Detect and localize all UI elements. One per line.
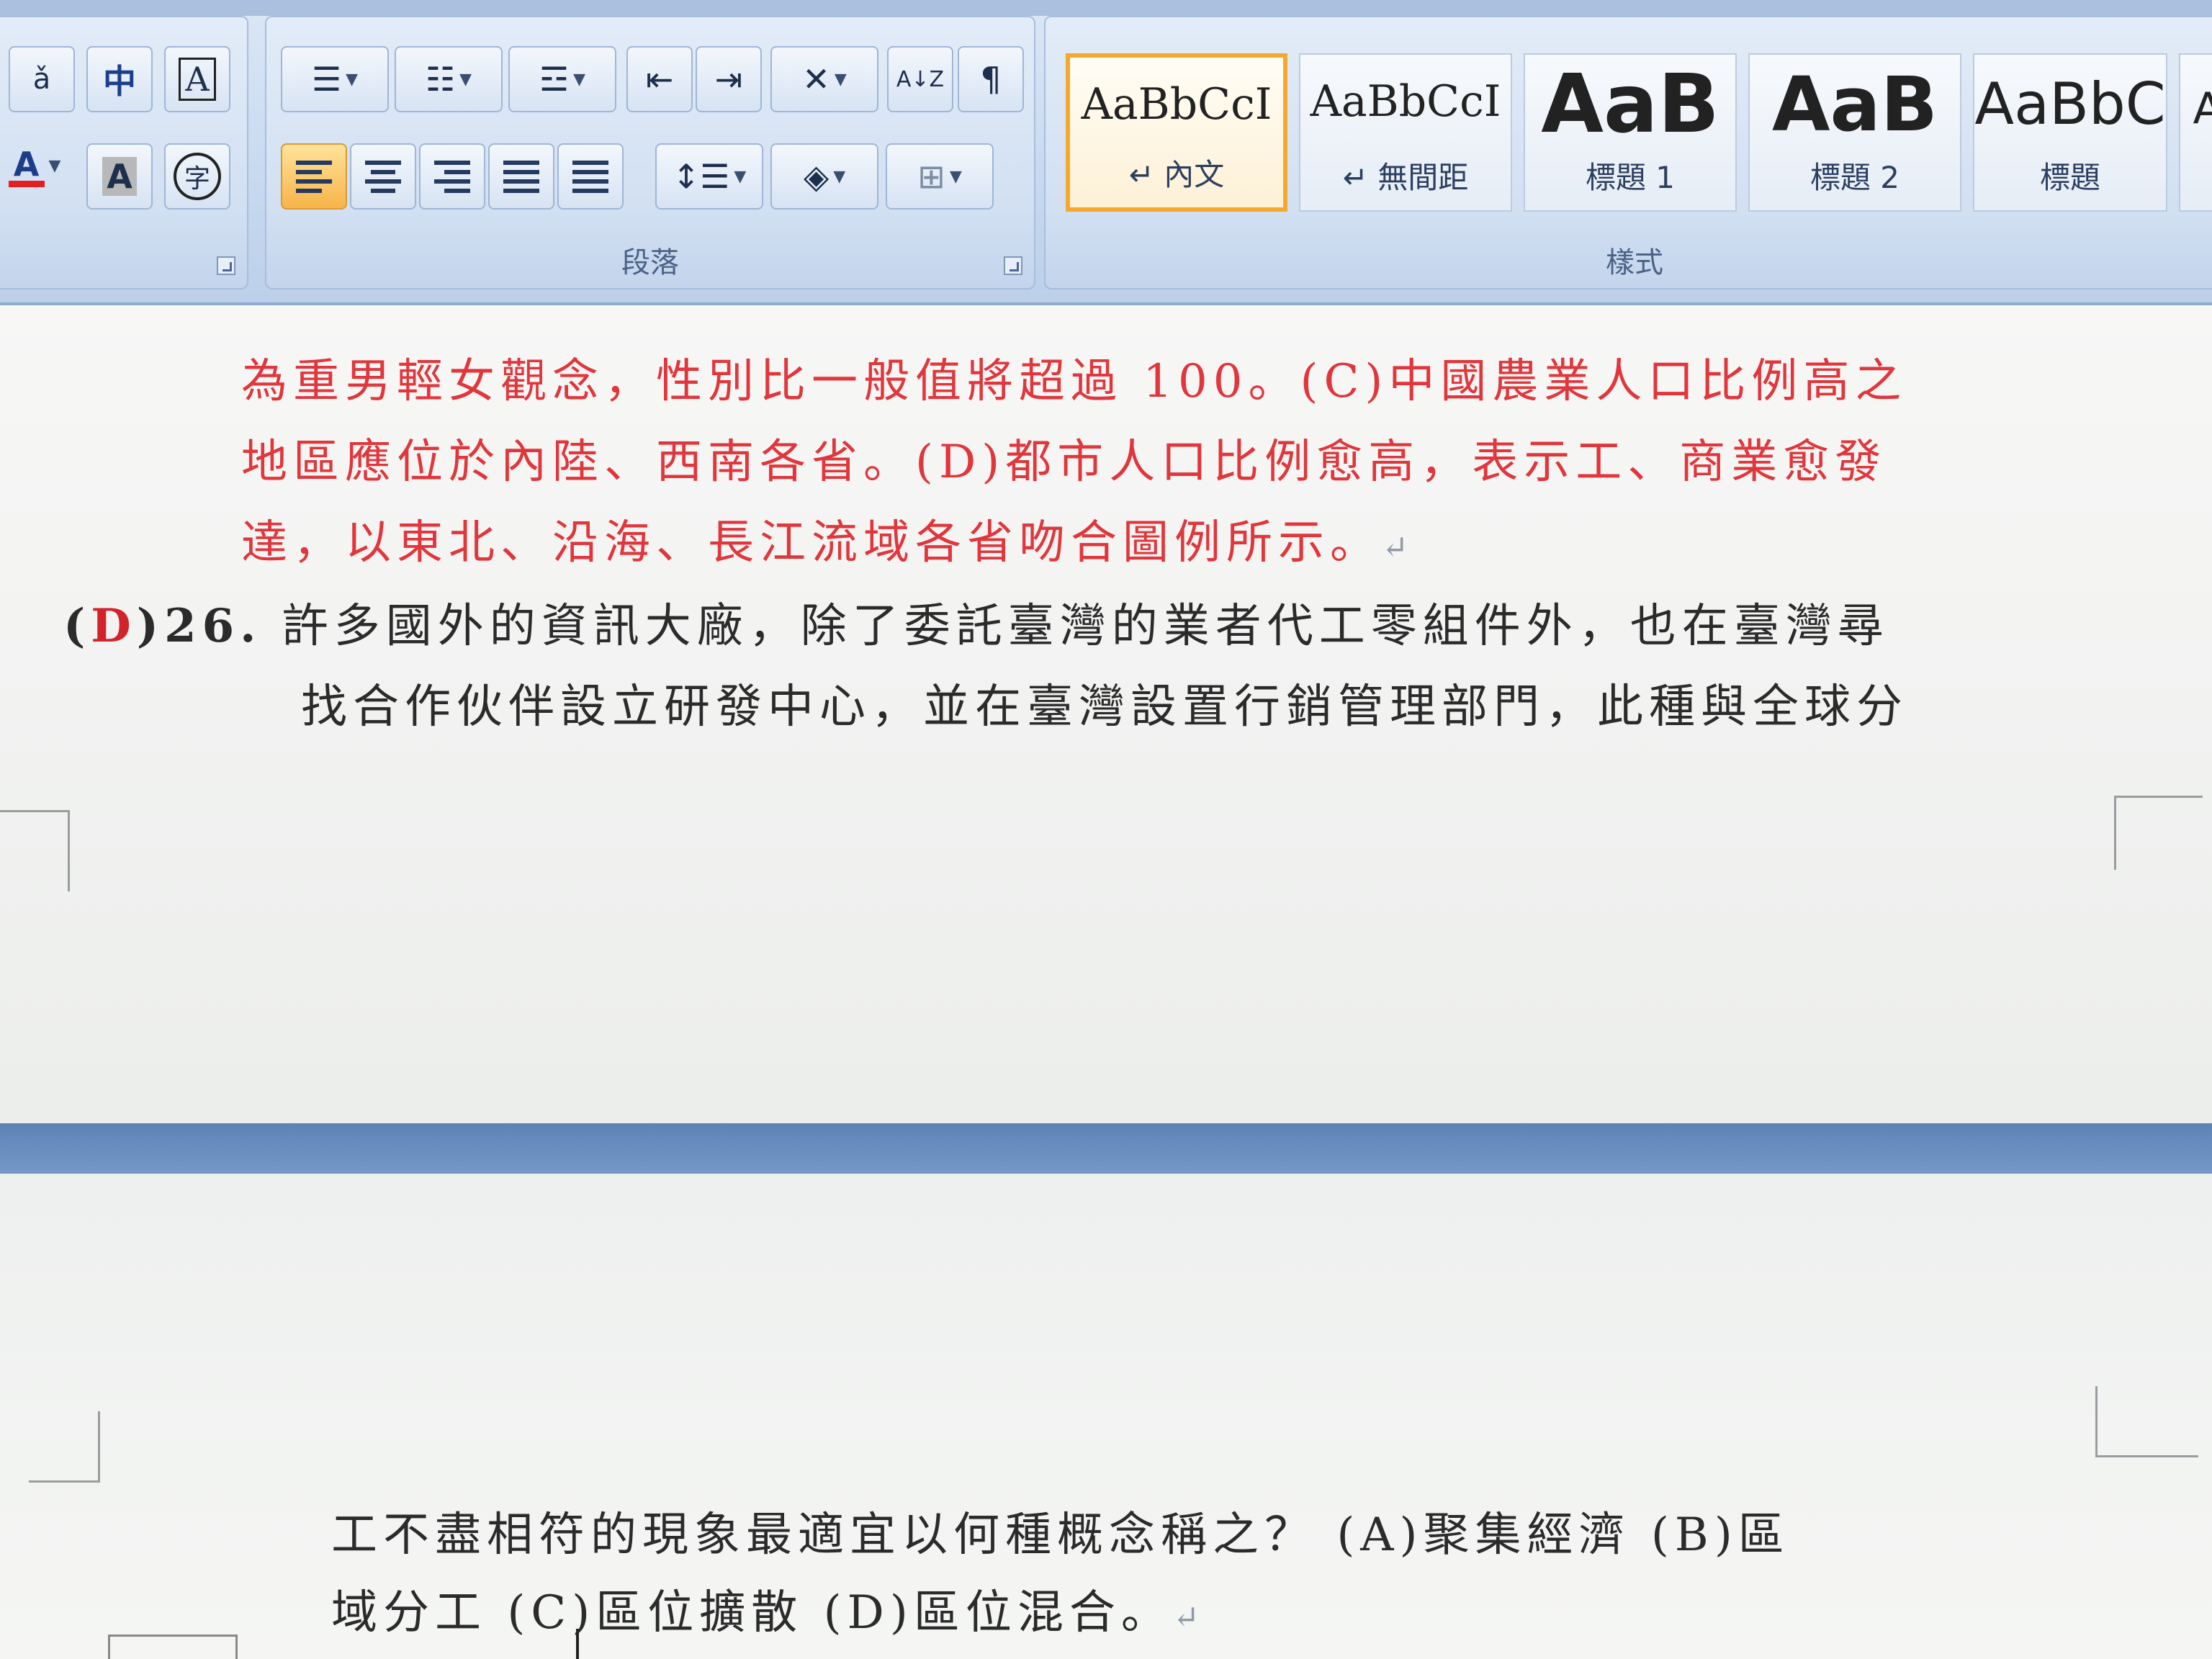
paragraph-group: ☰ ▼ ☷ ▼ ☲ ▼ ⇤ ⇥ ✕ ▼ A↓Z ¶ ↕☰ ▼ ◈ ▼ ⊞ ▼ 段… <box>265 16 1035 289</box>
increase-indent-button[interactable]: ⇥ <box>696 46 762 112</box>
sort-button[interactable]: A↓Z <box>887 46 953 112</box>
styles-group: AaBbCcI ↵ 內文 AaBbCcI ↵ 無間距 AaB 標題 1 AaB … <box>1044 16 2212 289</box>
distributed-icon <box>572 160 608 193</box>
shading-button[interactable]: ◈ ▼ <box>770 143 878 210</box>
line-spacing-icon: ↕☰ <box>672 157 730 196</box>
bullets-button[interactable]: ☰ ▼ <box>281 46 389 112</box>
question-number: (D)26. <box>63 599 262 653</box>
answer-explanation-line-3: 達，以東北、沿海、長江流域各省吻合圖例所示。↵ <box>241 516 1414 570</box>
chevron-down-icon: ▼ <box>949 167 962 186</box>
font-color-icon: A <box>8 145 45 187</box>
character-shading-button[interactable]: A <box>86 143 153 210</box>
answer-explanation-line-1: 為重男輕女觀念，性別比一般值將超過 100。(C)中國農業人口比例高之 <box>241 355 1907 408</box>
multilevel-list-icon: ☲ <box>539 60 570 99</box>
paragraph-group-label: 段落 <box>621 246 679 279</box>
answer-explanation-line-2: 地區應位於內陸、西南各省。(D)都市人口比例愈高，表示工、商業愈發 <box>241 436 1887 489</box>
margin-corner-mark <box>29 1411 100 1483</box>
character-border-icon: A <box>179 58 216 101</box>
character-shading-icon: A <box>102 157 137 196</box>
margin-corner-mark <box>0 810 70 891</box>
chevron-down-icon: ▼ <box>573 70 586 89</box>
align-right-icon <box>434 160 470 193</box>
align-right-button[interactable] <box>419 143 485 210</box>
styles-group-label: 樣式 <box>1606 246 1663 279</box>
align-left-button[interactable] <box>281 143 347 210</box>
text-box-edge <box>108 1635 238 1659</box>
answer-letter: D <box>91 599 137 653</box>
style-heading-2[interactable]: AaB 標題 2 <box>1748 53 1961 212</box>
numbering-icon: ☷ <box>425 60 456 99</box>
decrease-indent-button[interactable]: ⇤ <box>626 46 693 112</box>
chinese-layout-button[interactable]: 中 <box>86 46 153 112</box>
asian-layout-icon: ✕ <box>802 60 830 99</box>
style-heading-1[interactable]: AaB 標題 1 <box>1524 53 1737 212</box>
borders-icon: ⊞ <box>917 157 945 196</box>
page-gap <box>0 1123 2212 1174</box>
question-26-line-4: 域分工 (C)區位擴散 (D)區位混合。↵ <box>331 1586 1205 1640</box>
bullets-icon: ☰ <box>311 60 342 99</box>
style-title[interactable]: AaBbC 標題 <box>1973 53 2167 212</box>
asian-layout-button[interactable]: ✕ ▼ <box>770 46 878 112</box>
chevron-down-icon: ▼ <box>459 70 472 89</box>
increase-indent-icon: ⇥ <box>714 60 743 99</box>
character-border-button[interactable]: A <box>164 46 230 112</box>
enclose-characters-icon: 字 <box>174 153 221 200</box>
font-color-button[interactable]: A ▼ <box>1 132 68 199</box>
question-26-line-3: 工不盡相符的現象最適宜以何種概念稱之？ (A)聚集經濟 (B)區 <box>331 1509 1790 1562</box>
question-26-line-2: 找合作伙伴設立研發中心，並在臺灣設置行銷管理部門，此種與全球分 <box>301 680 1908 734</box>
pilcrow-icon: ¶ <box>980 60 1002 99</box>
justify-icon <box>503 160 539 193</box>
decrease-indent-icon: ⇤ <box>645 60 674 99</box>
font-group: ǎ 中 A A ▼ A 字 <box>0 16 248 289</box>
distributed-button[interactable] <box>557 143 624 210</box>
enclose-characters-button[interactable]: 字 <box>164 143 230 210</box>
chevron-down-icon: ▼ <box>833 167 846 186</box>
style-subtitle-partial[interactable]: A <box>2179 53 2212 212</box>
multilevel-list-button[interactable]: ☲ ▼ <box>508 46 616 112</box>
ribbon-top-edge <box>0 0 2212 16</box>
sort-icon: A↓Z <box>896 66 945 92</box>
chevron-down-icon: ▼ <box>346 70 359 89</box>
ruby-text-icon: ǎ <box>32 63 51 96</box>
margin-corner-mark <box>2114 796 2203 870</box>
show-formatting-marks-button[interactable]: ¶ <box>958 46 1024 112</box>
align-center-button[interactable] <box>350 143 416 210</box>
chevron-down-icon: ▼ <box>734 167 747 186</box>
text-cursor <box>576 1629 579 1659</box>
phonetic-guide-button[interactable]: ǎ <box>9 46 75 112</box>
margin-corner-mark <box>2095 1386 2198 1457</box>
numbering-button[interactable]: ☷ ▼ <box>395 46 503 112</box>
paragraph-dialog-launcher[interactable] <box>1004 256 1022 275</box>
paint-bucket-icon: ◈ <box>803 157 830 196</box>
question-26-line-1: (D)26. 許多國外的資訊大廠，除了委託臺灣的業者代工零組件外，也在臺灣尋 <box>63 599 1889 653</box>
paragraph-mark: ↵ <box>1382 529 1414 566</box>
chevron-down-icon: ▼ <box>834 70 847 89</box>
ribbon: ǎ 中 A A ▼ A 字 ☰ ▼ ☷ ▼ ☲ ▼ ⇤ ⇥ ✕ ▼ A↓Z ¶ … <box>0 0 2212 305</box>
chinese-layout-icon: 中 <box>103 62 136 101</box>
font-dialog-launcher[interactable] <box>217 256 235 275</box>
line-spacing-button[interactable]: ↕☰ ▼ <box>655 143 763 210</box>
justify-button[interactable] <box>488 143 554 210</box>
style-no-spacing[interactable]: AaBbCcI ↵ 無間距 <box>1299 53 1512 212</box>
align-center-icon <box>365 160 401 193</box>
paragraph-mark: ↵ <box>1172 1599 1205 1636</box>
chevron-down-icon: ▼ <box>48 156 61 175</box>
style-normal[interactable]: AaBbCcI ↵ 內文 <box>1066 53 1287 212</box>
borders-button[interactable]: ⊞ ▼ <box>886 143 994 210</box>
align-left-icon <box>296 160 332 193</box>
